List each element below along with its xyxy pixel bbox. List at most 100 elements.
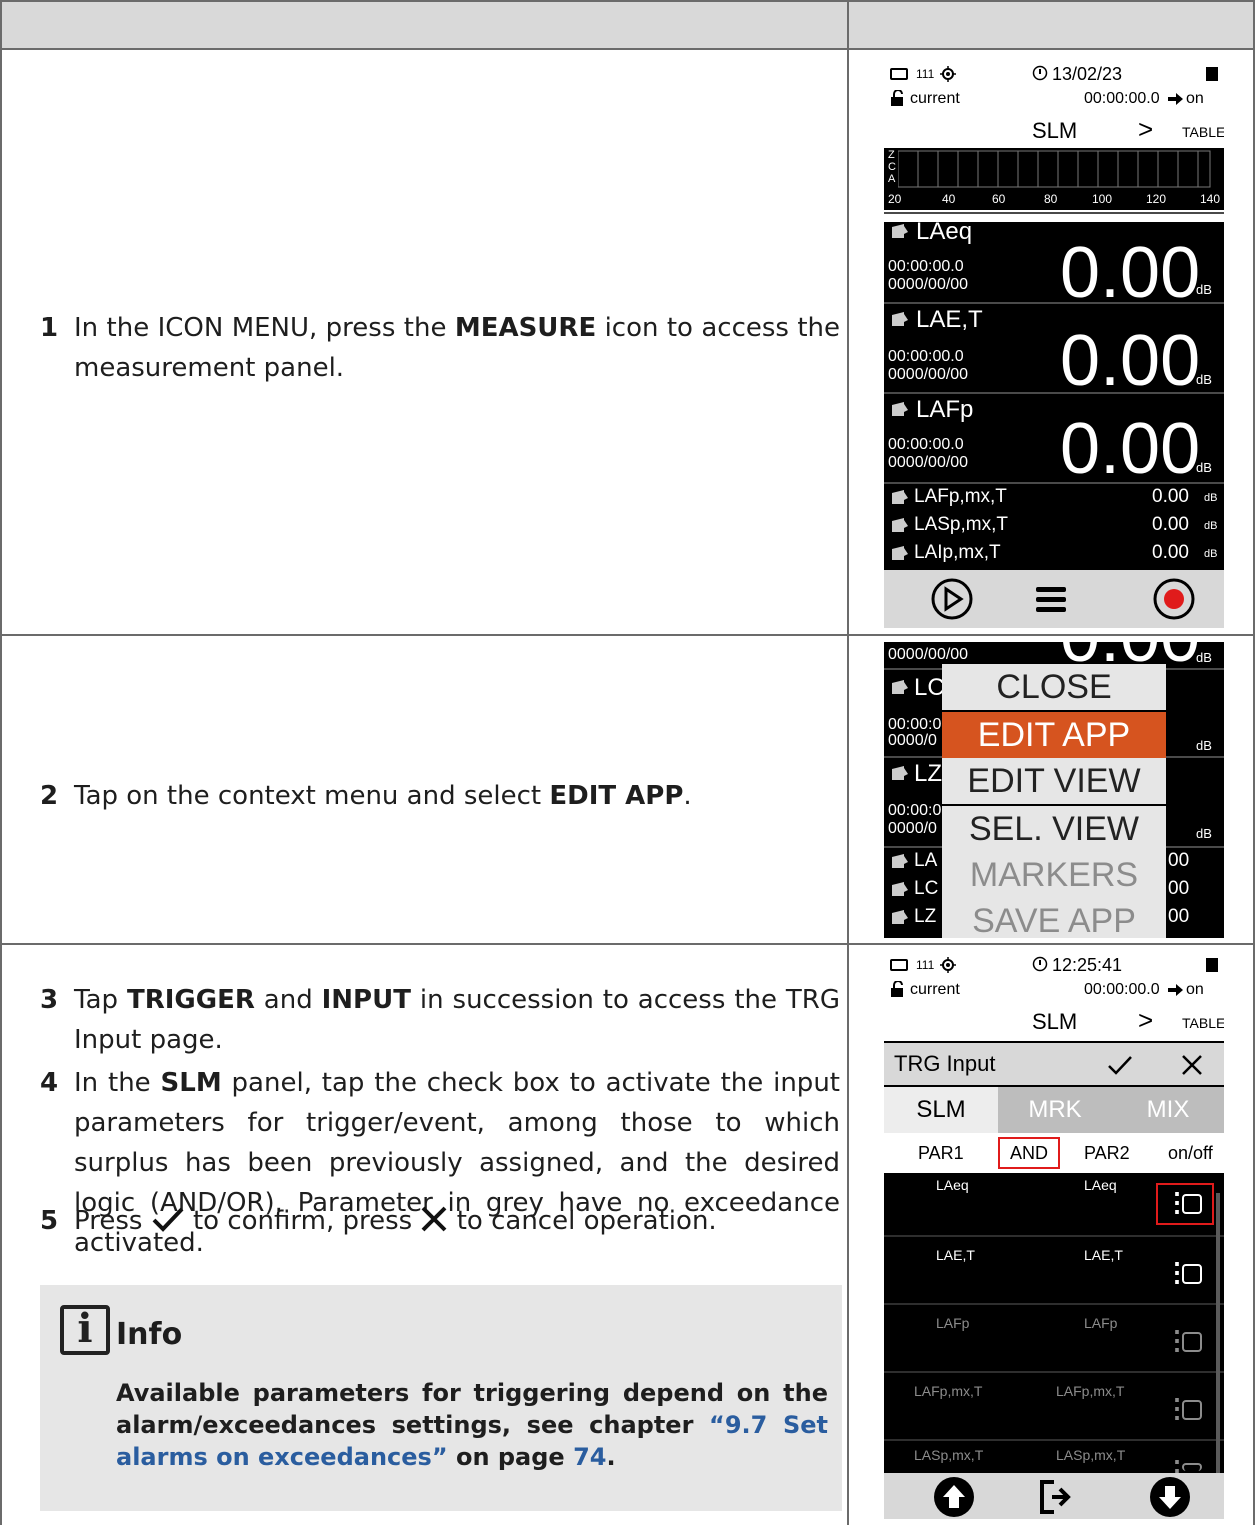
logic-toggle[interactable]: AND bbox=[998, 1137, 1060, 1169]
step-text: and bbox=[254, 985, 322, 1015]
table-header bbox=[0, 0, 1255, 48]
tab-slm[interactable]: SLM bbox=[884, 1087, 998, 1133]
row-name: LZ bbox=[914, 906, 937, 927]
step-number: 4 bbox=[40, 1068, 59, 1098]
stop-indicator-icon bbox=[1206, 958, 1218, 972]
exit-icon[interactable] bbox=[1036, 1477, 1076, 1517]
menu-icon[interactable] bbox=[1034, 582, 1070, 616]
col-par2: PAR2 bbox=[1084, 1143, 1130, 1163]
row-par2[interactable]: LASp,mx,T bbox=[1056, 1447, 1125, 1463]
menu-item-save-app[interactable]: SAVE APP bbox=[942, 898, 1166, 938]
lock-label: current bbox=[910, 90, 960, 107]
bell-icon bbox=[892, 224, 908, 238]
row-checkbox[interactable] bbox=[1182, 1332, 1202, 1352]
row-checkbox[interactable] bbox=[1182, 1400, 1202, 1420]
param-unit: dB bbox=[1196, 460, 1212, 475]
row-par2[interactable]: LAeq bbox=[1084, 1177, 1117, 1193]
step-bold: TRIGGER bbox=[126, 985, 255, 1015]
row-par2[interactable]: LAFp bbox=[1084, 1315, 1117, 1331]
record-icon[interactable] bbox=[1152, 577, 1196, 621]
device-screen-trg-input: 111 12:25:41 current 00:00:00.0 on SLM >… bbox=[884, 953, 1224, 1519]
next-arrow[interactable]: > bbox=[1138, 114, 1153, 145]
check-icon bbox=[152, 1207, 184, 1232]
step-number: 1 bbox=[40, 313, 59, 343]
info-box: i Info Available parameters for triggeri… bbox=[40, 1285, 842, 1511]
row-par1[interactable]: LAE,T bbox=[936, 1247, 975, 1263]
elapsed-time: 00:00:00.0 bbox=[1084, 90, 1160, 107]
row-checkbox[interactable] bbox=[1182, 1194, 1202, 1214]
step-text: Press bbox=[74, 1206, 151, 1236]
on-label: on bbox=[1186, 90, 1204, 107]
divider bbox=[884, 212, 1224, 214]
next-arrow[interactable]: > bbox=[1138, 1005, 1153, 1036]
table-label[interactable]: TABLE bbox=[1182, 1015, 1224, 1031]
arrow-up-icon[interactable] bbox=[932, 1475, 976, 1519]
mode-label[interactable]: SLM bbox=[1032, 1009, 1077, 1035]
bar-letter-z: Z bbox=[888, 149, 895, 161]
menu-item-markers[interactable]: MARKERS bbox=[942, 852, 1166, 898]
param-date: 0000/00/00 bbox=[888, 454, 969, 471]
param-name: LAFp bbox=[916, 396, 974, 423]
step-text: to cancel operation. bbox=[448, 1206, 717, 1236]
menu-item-edit-app[interactable]: EDIT APP bbox=[942, 712, 1166, 758]
confirm-check-icon[interactable] bbox=[1106, 1053, 1134, 1077]
battery-num: 111 bbox=[916, 67, 935, 81]
bell-icon bbox=[892, 766, 908, 780]
param-date: 0000/00/00 bbox=[888, 646, 969, 663]
table-border bbox=[0, 634, 1255, 636]
row-unit: dB bbox=[1204, 548, 1218, 560]
lock-label: current bbox=[910, 981, 960, 998]
tab-mix[interactable]: MIX bbox=[1112, 1087, 1224, 1133]
mode-label[interactable]: SLM bbox=[1032, 118, 1077, 144]
elapsed-time: 00:00:00.0 bbox=[1084, 981, 1160, 998]
divider bbox=[884, 1235, 1224, 1237]
page-link[interactable]: 74 bbox=[573, 1443, 606, 1471]
scrollbar[interactable] bbox=[1216, 1193, 1220, 1473]
divider bbox=[884, 302, 1224, 304]
row-par1[interactable]: LAFp bbox=[936, 1315, 969, 1331]
table-label[interactable]: TABLE bbox=[1182, 124, 1224, 140]
row-par1[interactable]: LAeq bbox=[936, 1177, 969, 1193]
play-icon[interactable] bbox=[930, 577, 974, 621]
arrow-right-icon bbox=[1168, 984, 1183, 996]
cancel-close-icon[interactable] bbox=[1180, 1053, 1204, 1077]
row-value: 00 bbox=[1168, 906, 1190, 927]
on-label: on bbox=[1186, 981, 1204, 998]
row-name: LAFp,mx,T bbox=[914, 486, 1007, 507]
step-number: 5 bbox=[40, 1206, 59, 1236]
menu-item-sel-view[interactable]: SEL. VIEW bbox=[942, 806, 1166, 852]
menu-item-edit-view[interactable]: EDIT VIEW bbox=[942, 758, 1166, 804]
bar-letter-c: C bbox=[888, 161, 896, 173]
battery-icon bbox=[890, 959, 908, 971]
row-par1[interactable]: LASp,mx,T bbox=[914, 1447, 983, 1463]
bell-icon bbox=[892, 680, 908, 694]
table-border bbox=[0, 48, 1255, 50]
clock-label: 12:25:41 bbox=[1052, 955, 1123, 975]
info-title: Info bbox=[116, 1317, 183, 1352]
row-par2[interactable]: LAFp,mx,T bbox=[1056, 1383, 1124, 1399]
row-checkbox[interactable] bbox=[1182, 1264, 1202, 1284]
close-icon bbox=[422, 1206, 447, 1232]
battery-icon bbox=[890, 68, 908, 80]
scale-label: 100 bbox=[1092, 192, 1113, 206]
gps-icon bbox=[940, 957, 956, 973]
row-par2[interactable]: LAE,T bbox=[1084, 1247, 1123, 1263]
param-name: LZ bbox=[914, 760, 943, 787]
row-value: 0.00 bbox=[1152, 542, 1189, 563]
scale-label: 140 bbox=[1200, 192, 1221, 206]
scale-label: 20 bbox=[888, 192, 902, 206]
col-onoff: on/off bbox=[1168, 1143, 1213, 1163]
lock-open-icon bbox=[891, 90, 903, 106]
arrow-down-icon[interactable] bbox=[1148, 1475, 1192, 1519]
menu-item-close[interactable]: CLOSE bbox=[942, 664, 1166, 710]
param-unit: dB bbox=[1196, 650, 1212, 665]
row-checkbox[interactable] bbox=[1182, 1463, 1202, 1471]
row-par1[interactable]: LAFp,mx,T bbox=[914, 1383, 982, 1399]
param-unit: dB bbox=[1196, 282, 1212, 297]
tab-mrk[interactable]: MRK bbox=[998, 1087, 1112, 1133]
page-title: TRG Input bbox=[894, 1051, 996, 1076]
param-date: 0000/0 bbox=[888, 820, 937, 837]
param-value: 0.00 bbox=[1060, 409, 1201, 489]
param-unit: dB bbox=[1196, 738, 1212, 753]
date-label: 13/02/23 bbox=[1052, 64, 1123, 84]
